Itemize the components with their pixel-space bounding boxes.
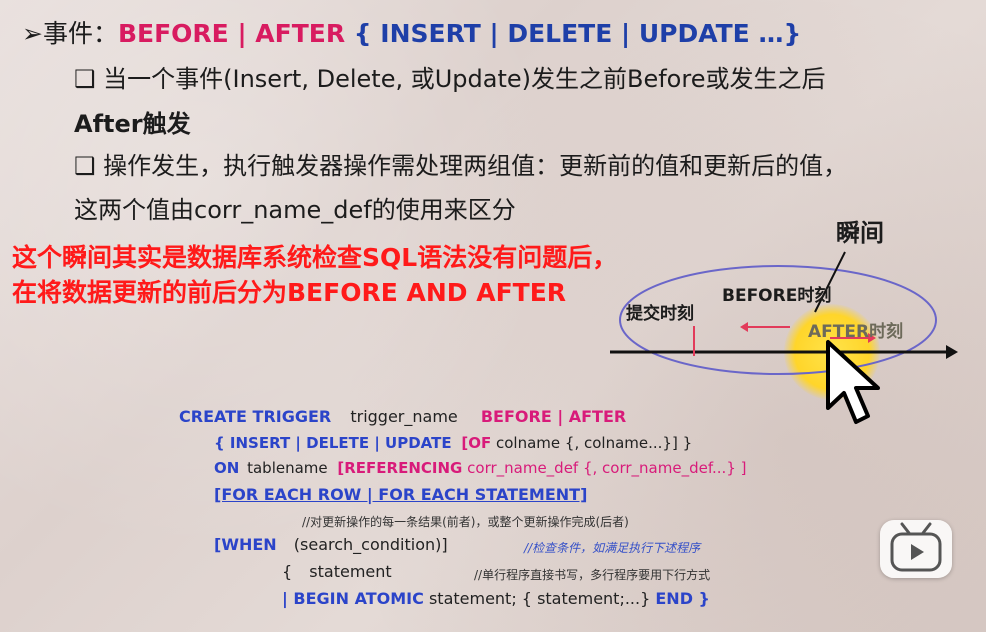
sub-bullet-1-line-1: ❑ 当一个事件(Insert, Delete, 或Update)发生之前Befo…: [74, 65, 826, 93]
code-statement: statement: [309, 562, 392, 581]
code-comment-statement: //单行程序直接书写，多行程序要用下行方式: [474, 568, 711, 582]
code-before-after: BEFORE | AFTER: [480, 407, 627, 426]
submit-moment-label: 提交时刻: [626, 304, 694, 324]
code-comment-for-each: //对更新操作的每一条结果(前者)，或整个更新操作完成(后者): [302, 515, 629, 529]
code-of: [OF: [461, 434, 492, 452]
event-bullet-prefix: ➢事件：: [22, 19, 118, 48]
code-comment-when: //检查条件，如满足执行下述程序: [524, 541, 701, 555]
code-line-5: [WHEN (search_condition)]: [214, 535, 448, 554]
code-on: ON: [214, 459, 240, 477]
event-types: { INSERT | DELETE | UPDATE …}: [345, 19, 802, 48]
code-referencing: [REFERENCING: [337, 459, 463, 477]
cursor-arrow-icon: [826, 340, 880, 424]
code-colname: colname {, colname...}] }: [496, 434, 693, 452]
annotation-line-2: 在将数据更新的前后分为BEFORE AND AFTER: [12, 278, 567, 307]
sub-bullet-2-line-1: ❑ 操作发生，执行触发器操作需处理两组值：更新前的值和更新后的值，: [74, 152, 848, 180]
code-statements: statement; { statement;...}: [428, 589, 651, 608]
code-corr-name-def: corr_name_def {, corr_name_def...} ]: [467, 459, 747, 477]
code-end: END }: [655, 589, 710, 608]
code-tablename: tablename: [247, 459, 328, 477]
before-moment-label: BEFORE时刻: [722, 286, 832, 306]
event-before-after: BEFORE | AFTER: [117, 19, 346, 48]
code-search-condition: (search_condition)]: [293, 535, 448, 554]
code-when: [WHEN: [214, 535, 277, 554]
trigger-name: trigger_name: [350, 407, 458, 426]
play-button[interactable]: [880, 520, 952, 578]
sub-bullet-1-line-2: After触发: [74, 110, 191, 138]
code-line-3: ON tablename [REFERENCING corr_name_def …: [214, 459, 747, 477]
code-line-2: { INSERT | DELETE | UPDATE [OF colname {…: [214, 434, 692, 452]
code-line-7: | BEGIN ATOMIC statement; { statement;..…: [282, 589, 710, 608]
before-arrow-head: [740, 322, 748, 332]
code-line-6: { statement: [282, 562, 392, 581]
moment-title: 瞬间: [836, 219, 884, 247]
annotation-line-1: 这个瞬间其实是数据库系统检查SQL语法没有问题后，: [12, 243, 618, 272]
code-begin-atomic: | BEGIN ATOMIC: [282, 589, 424, 608]
event-bullet: ➢事件：BEFORE | AFTER { INSERT | DELETE | U…: [22, 14, 801, 50]
sub-bullet-2-line-2: 这两个值由corr_name_def的使用来区分: [74, 196, 516, 224]
timeline-arrow-head: [946, 345, 958, 359]
code-event-types: { INSERT | DELETE | UPDATE: [214, 434, 452, 452]
play-icon: [890, 522, 942, 572]
code-line-1: CREATE TRIGGER trigger_name BEFORE | AFT…: [179, 407, 626, 426]
create-trigger-keyword: CREATE TRIGGER: [179, 407, 332, 426]
code-line-4: [FOR EACH ROW | FOR EACH STATEMENT]: [214, 485, 588, 504]
code-brace: {: [282, 562, 293, 581]
